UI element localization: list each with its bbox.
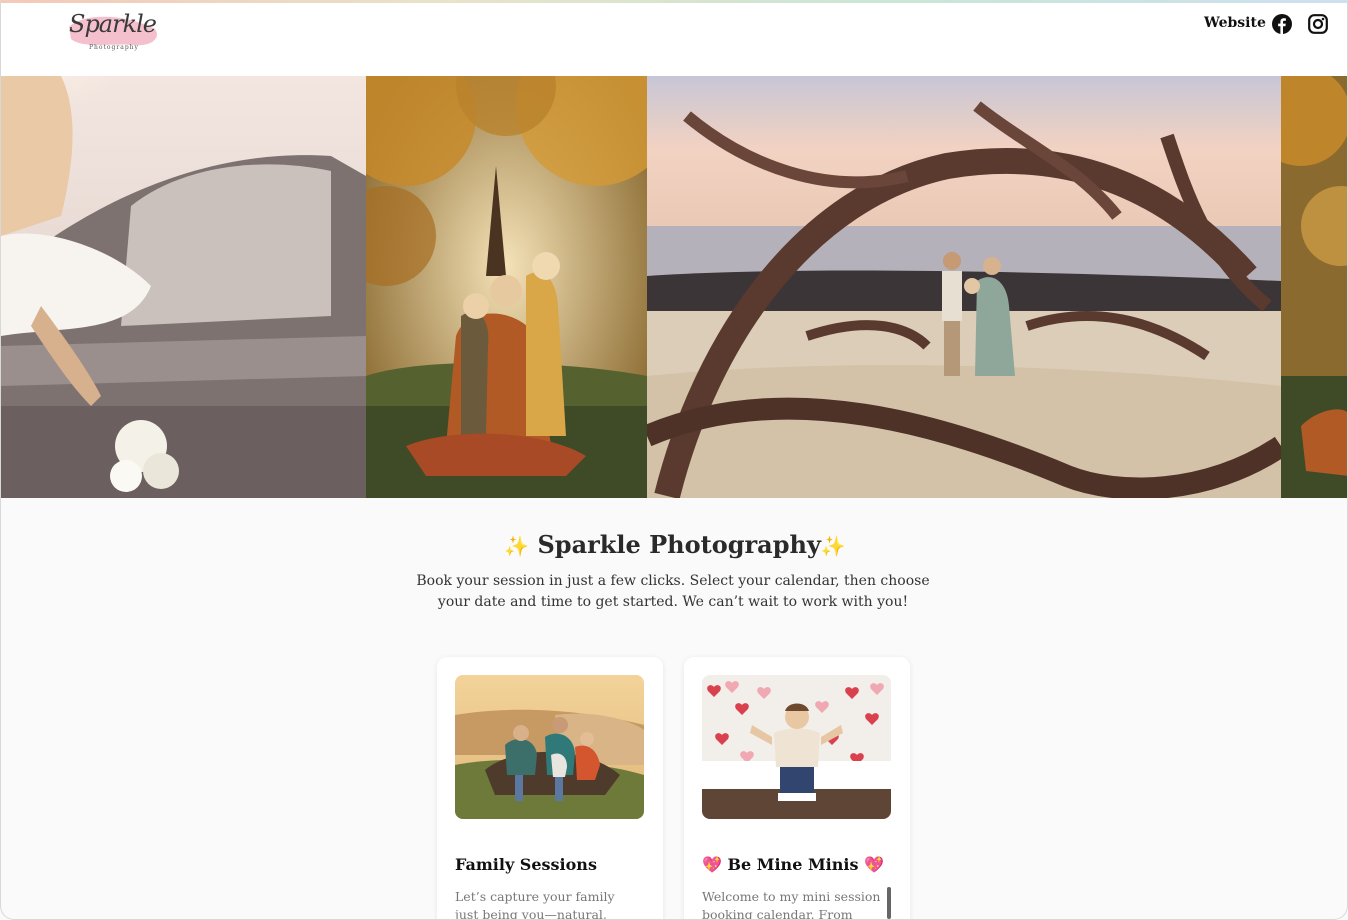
sparkle-emoji-left: ✨	[504, 534, 530, 558]
description-scrollbar[interactable]	[887, 887, 891, 919]
woman-in-vintage-car-photo	[1, 76, 366, 498]
site-header: Sparkle Photography Website	[1, 3, 1347, 76]
instagram-icon[interactable]	[1308, 14, 1328, 34]
facebook-icon[interactable]	[1272, 14, 1292, 34]
sparkle-logo[interactable]: Sparkle Photography	[63, 7, 163, 57]
intro-description: Book your session in just a few clicks. …	[416, 573, 930, 610]
website-link[interactable]: Website	[1204, 15, 1266, 31]
card-description: Let’s capture your family just being you…	[455, 889, 615, 920]
sparkle-emoji-right: ✨	[820, 534, 846, 558]
card-title: 💖 Be Mine Minis 💖	[702, 855, 884, 874]
card-description: Welcome to my mini session booking calen…	[702, 889, 881, 920]
page-title: ✨ Sparkle Photography✨	[1, 530, 1347, 559]
hero-gallery	[1, 76, 1347, 498]
boy-with-heart-backdrop-photo	[702, 675, 891, 819]
logo-wordmark: Sparkle	[69, 10, 157, 38]
logo-subtitle: Photography	[89, 44, 139, 51]
page-title-text: Sparkle Photography	[537, 530, 821, 559]
family-on-beach-driftwood-photo	[647, 76, 1281, 498]
family-sessions-card[interactable]: Family Sessions Let’s capture your famil…	[437, 657, 663, 920]
card-title: Family Sessions	[455, 855, 597, 874]
be-mine-minis-card[interactable]: 💖 Be Mine Minis 💖 Welcome to my mini ses…	[684, 657, 910, 920]
mother-with-children-autumn-photo	[366, 76, 647, 498]
booking-page: Sparkle Photography Website ✨ Sparkle Ph…	[0, 0, 1348, 920]
autumn-family-photo-partial	[1281, 76, 1347, 498]
family-on-rocks-photo	[455, 675, 644, 819]
